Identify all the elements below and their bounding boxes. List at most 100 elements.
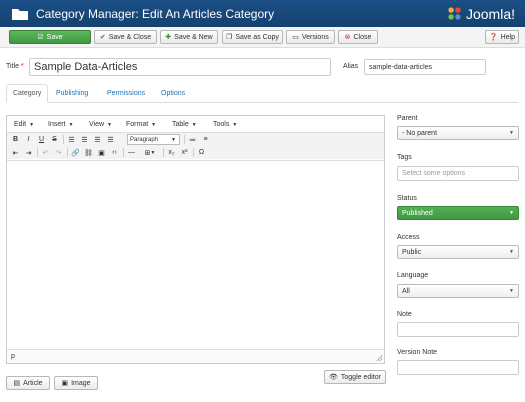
align-left-icon[interactable]: ☰: [66, 134, 77, 145]
check-icon: ✔: [99, 33, 106, 41]
tab-permissions[interactable]: Permissions: [101, 84, 151, 103]
title-input[interactable]: Sample Data-Articles: [29, 58, 331, 76]
outdent-icon[interactable]: ⇤: [10, 147, 21, 158]
link-icon[interactable]: 🔗: [70, 147, 81, 158]
page-title: Category Manager: Edit An Articles Categ…: [36, 6, 275, 21]
tab-options[interactable]: Options: [155, 84, 191, 103]
image-icon[interactable]: ▣: [96, 147, 107, 158]
tags-input[interactable]: Select some options: [397, 166, 519, 181]
menu-format[interactable]: Format ▼: [126, 116, 156, 133]
help-button[interactable]: ❓ Help: [485, 30, 519, 44]
menu-table[interactable]: Table ▼: [172, 116, 197, 133]
menu-tools[interactable]: Tools ▼: [213, 116, 237, 133]
help-label: Help: [500, 33, 516, 41]
required-mark: *: [20, 63, 24, 70]
editor-content-area[interactable]: [7, 160, 384, 349]
folder-icon: [12, 8, 28, 20]
editor-toolbar-row-1: B I U S ☰ ☰ ☰ ☰ Paragraph ▼ ≔ ≡: [7, 133, 384, 146]
insert-image-button[interactable]: ▣ Image: [54, 376, 98, 390]
tab-category[interactable]: Category: [6, 84, 49, 103]
toggle-editor-label: Toggle editor: [340, 373, 381, 381]
save-new-button[interactable]: ✚ Save & New: [160, 30, 218, 44]
versions-label: Versions: [301, 33, 329, 41]
superscript-icon[interactable]: x²: [179, 147, 190, 158]
chevron-down-icon: ▼: [68, 121, 74, 128]
rich-text-editor: Edit ▼ Insert ▼ View ▼ Format ▼ Table ▼ Tools…: [6, 115, 385, 364]
access-value: Public: [402, 248, 422, 256]
tags-label: Tags: [397, 154, 412, 161]
code-icon[interactable]: ‹›: [109, 147, 120, 158]
horizontal-rule-icon[interactable]: —: [126, 147, 137, 158]
language-label: Language: [397, 272, 429, 279]
menu-view-label: View: [89, 121, 105, 128]
align-center-icon[interactable]: ☰: [79, 134, 90, 145]
redo-icon[interactable]: ↷: [53, 147, 64, 158]
editor-statusbar: p: [7, 349, 384, 363]
strikethrough-icon[interactable]: S: [49, 134, 60, 145]
save-button[interactable]: ☑ Save: [9, 30, 91, 44]
tab-publishing[interactable]: Publishing: [50, 84, 94, 103]
save-close-button[interactable]: ✔ Save & Close: [94, 30, 157, 44]
paragraph-format-value: Paragraph: [130, 136, 159, 143]
insert-image-label: Image: [71, 379, 91, 387]
parent-label: Parent: [397, 115, 418, 122]
logo-text: Joomla!: [465, 5, 515, 22]
special-character-icon[interactable]: Ω: [196, 147, 207, 158]
toolbar: ☑ Save ✔ Save & Close ✚ Save & New ❐ Sav…: [0, 27, 525, 48]
save-close-label: Save & Close: [108, 33, 152, 41]
editor-toolbar-row-2: ⇤ ⇥ ↶ ↷ 🔗 ⛓ ▣ ‹› — ⊞ ▼ x₂ x² Ω: [7, 146, 384, 159]
italic-icon[interactable]: I: [23, 134, 34, 145]
menu-edit[interactable]: Edit ▼: [14, 116, 34, 133]
numbered-list-icon[interactable]: ≡: [200, 134, 211, 145]
tab-bar: Category Publishing Permissions Options: [6, 84, 518, 103]
underline-icon[interactable]: U: [36, 134, 47, 145]
resize-handle-icon[interactable]: [376, 355, 382, 361]
version-note-input[interactable]: [397, 360, 519, 375]
toggle-editor-button[interactable]: 👁 Toggle editor: [324, 370, 386, 384]
copy-icon: ❐: [226, 33, 233, 41]
eye-icon: 👁: [329, 373, 338, 381]
bold-icon[interactable]: B: [10, 134, 21, 145]
parent-select[interactable]: - No parent ▼: [397, 126, 519, 140]
file-icon: ▤: [13, 379, 21, 387]
versions-button[interactable]: ▭ Versions: [286, 30, 335, 44]
status-select[interactable]: Published ▼: [397, 206, 519, 220]
note-input[interactable]: [397, 322, 519, 337]
note-label: Note: [397, 311, 412, 318]
chevron-down-icon: ▼: [232, 121, 238, 128]
insert-article-label: Article: [23, 379, 43, 387]
chevron-down-icon: ▼: [509, 288, 514, 294]
title-value: Sample Data-Articles: [34, 61, 138, 73]
toolbar-divider: [163, 148, 164, 157]
table-icon[interactable]: ⊞ ▼: [140, 147, 160, 158]
bullet-list-icon[interactable]: ≔: [187, 134, 198, 145]
paragraph-format-select[interactable]: Paragraph ▼: [127, 134, 180, 145]
menu-insert[interactable]: Insert ▼: [48, 116, 73, 133]
access-select[interactable]: Public ▼: [397, 245, 519, 259]
align-justify-icon[interactable]: ☰: [105, 134, 116, 145]
alias-input[interactable]: sample-data-articles: [364, 59, 486, 75]
element-path: p: [11, 353, 15, 360]
language-select[interactable]: All ▼: [397, 284, 519, 298]
unlink-icon[interactable]: ⛓: [83, 147, 94, 158]
indent-icon[interactable]: ⇥: [23, 147, 34, 158]
toolbar-divider: [37, 148, 38, 157]
version-note-label: Version Note: [397, 349, 438, 356]
undo-icon[interactable]: ↶: [40, 147, 51, 158]
joomla-logo: Joomla!: [446, 5, 515, 22]
title-label-text: Title: [6, 63, 19, 70]
insert-article-button[interactable]: ▤ Article: [6, 376, 50, 390]
close-icon: ⊗: [344, 33, 351, 41]
save-copy-button[interactable]: ❐ Save as Copy: [222, 30, 283, 44]
archive-icon: ▭: [292, 33, 299, 41]
page-header: Category Manager: Edit An Articles Categ…: [0, 0, 525, 27]
menu-view[interactable]: View ▼: [89, 116, 112, 133]
align-right-icon[interactable]: ☰: [92, 134, 103, 145]
subscript-icon[interactable]: x₂: [166, 147, 177, 158]
parent-value: - No parent: [402, 129, 438, 137]
close-button[interactable]: ⊗ Close: [338, 30, 378, 44]
title-label: Title *: [6, 63, 24, 70]
image-icon: ▣: [61, 379, 69, 387]
chevron-down-icon: ▼: [509, 249, 514, 255]
chevron-down-icon: ▼: [107, 121, 112, 128]
